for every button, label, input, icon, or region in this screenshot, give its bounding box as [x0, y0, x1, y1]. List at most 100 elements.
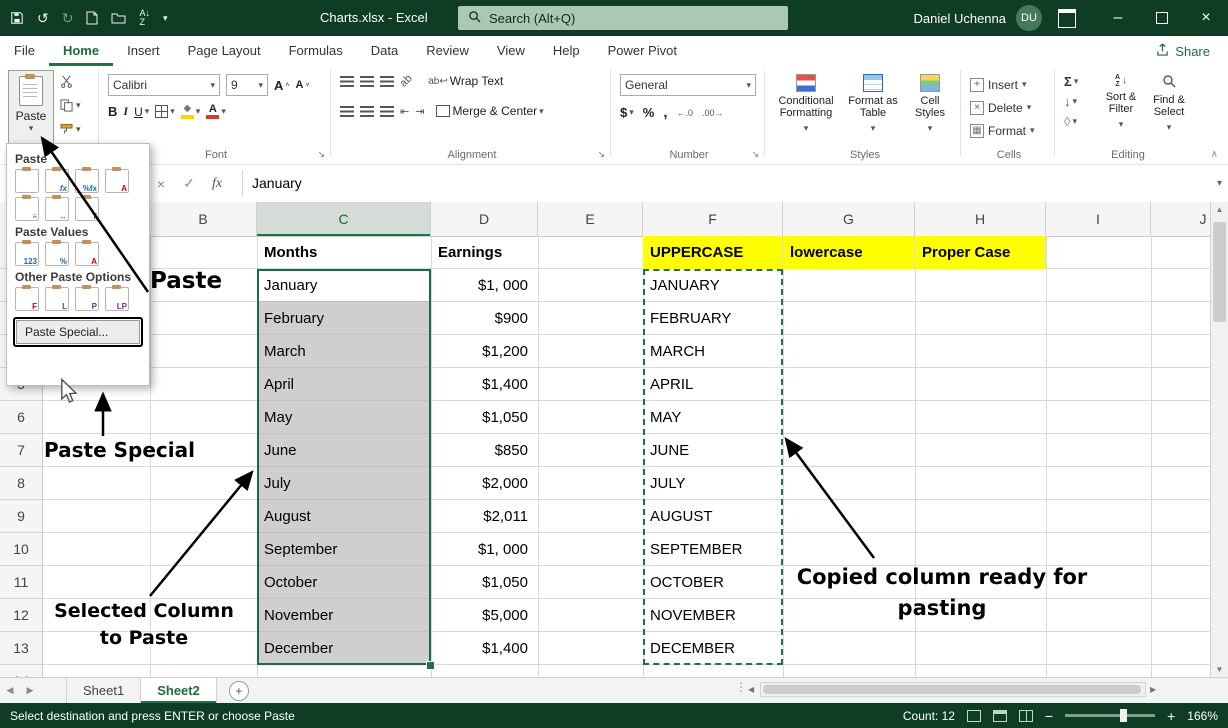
user-name[interactable]: Daniel Uchenna: [913, 11, 1006, 26]
alignment-dialog-launcher-icon[interactable]: ↘: [597, 149, 605, 160]
formula-bar-expand-chevron-icon[interactable]: ▾: [1217, 165, 1222, 202]
cell-propercase-header[interactable]: Proper Case: [915, 236, 1046, 269]
horizontal-scrollbar[interactable]: [760, 682, 1146, 697]
cell-month[interactable]: February: [257, 302, 431, 335]
collapse-ribbon-chevron-icon[interactable]: ∧: [1211, 149, 1218, 160]
cell-earning[interactable]: $1, 000: [431, 269, 538, 302]
cell-month[interactable]: May: [257, 401, 431, 434]
tabbar-splitter[interactable]: ⋮: [735, 680, 747, 694]
cell-upper[interactable]: JANUARY: [643, 269, 783, 302]
column-header-i[interactable]: I: [1046, 202, 1151, 236]
column-header-g[interactable]: G: [783, 202, 915, 236]
row-header[interactable]: 9: [0, 500, 42, 533]
horizontal-scrollbar-thumb[interactable]: [763, 685, 1141, 694]
vscroll-down-icon[interactable]: ▼: [1211, 665, 1228, 674]
paste-special-menu-item[interactable]: Paste Special...: [16, 320, 140, 344]
align-top-button[interactable]: [340, 76, 354, 87]
cell-month[interactable]: September: [257, 533, 431, 566]
cell-upper[interactable]: MAY: [643, 401, 783, 434]
paste-link-icon[interactable]: [45, 287, 69, 311]
cell-earning[interactable]: $5,000: [431, 599, 538, 632]
close-button[interactable]: ×: [1184, 0, 1228, 36]
bold-button[interactable]: B: [108, 104, 117, 119]
tab-help[interactable]: Help: [539, 36, 594, 66]
cell-upper[interactable]: JUNE: [643, 434, 783, 467]
formula-bar-value[interactable]: January: [252, 165, 302, 202]
column-header-j[interactable]: J: [1151, 202, 1210, 236]
cell-upper[interactable]: APRIL: [643, 368, 783, 401]
row-header[interactable]: 6: [0, 401, 42, 434]
row-header[interactable]: 7: [0, 434, 42, 467]
cancel-icon[interactable]: ×: [148, 165, 174, 202]
new-file-icon[interactable]: [86, 11, 98, 25]
tab-scroll-right-icon[interactable]: ▶: [20, 685, 40, 696]
cell-earnings-header[interactable]: Earnings: [431, 236, 538, 269]
paste-button[interactable]: Paste ▾: [8, 70, 54, 144]
vertical-scrollbar[interactable]: ▲ ▼: [1210, 202, 1228, 677]
copy-button[interactable]: ▾: [60, 96, 81, 114]
cell-month[interactable]: January: [257, 269, 431, 302]
italic-button[interactable]: I: [123, 104, 128, 119]
paste-picture-icon[interactable]: [75, 287, 99, 311]
cut-button[interactable]: [60, 72, 81, 90]
delete-cells-button[interactable]: × Delete▾: [970, 97, 1031, 118]
column-header-h[interactable]: H: [915, 202, 1046, 236]
paste-formulas-number-formatting-icon[interactable]: [75, 169, 99, 193]
column-header-e[interactable]: E: [538, 202, 643, 236]
font-dialog-launcher-icon[interactable]: ↘: [317, 149, 325, 160]
paste-values-number-formatting-icon[interactable]: [45, 242, 69, 266]
fill-handle[interactable]: [426, 661, 435, 670]
align-left-button[interactable]: [340, 106, 354, 117]
column-header-c[interactable]: C: [257, 202, 431, 236]
row-header[interactable]: 14: [0, 665, 42, 677]
tab-formulas[interactable]: Formulas: [275, 36, 357, 66]
column-header-b[interactable]: B: [150, 202, 257, 236]
paste-formatting-icon[interactable]: [15, 287, 39, 311]
cell-earning[interactable]: $2,011: [431, 500, 538, 533]
zoom-out-icon[interactable]: −: [1045, 708, 1053, 724]
qat-customize-chevron-icon[interactable]: ▾: [163, 13, 168, 24]
fill-color-button[interactable]: ◆▾: [181, 104, 201, 119]
cell-upper[interactable]: DECEMBER: [643, 632, 783, 665]
autosum-button[interactable]: Σ▾: [1064, 72, 1078, 91]
normal-view-icon[interactable]: [967, 710, 981, 722]
clear-button[interactable]: ◊▾: [1064, 112, 1077, 131]
format-painter-button[interactable]: ▾: [60, 120, 81, 138]
ribbon-display-options-icon[interactable]: [1058, 9, 1076, 28]
percent-style-button[interactable]: %: [643, 105, 655, 120]
cell-upper[interactable]: OCTOBER: [643, 566, 783, 599]
maximize-button[interactable]: [1140, 0, 1184, 36]
cell-month[interactable]: November: [257, 599, 431, 632]
vscroll-up-icon[interactable]: ▲: [1211, 205, 1228, 214]
paste-keep-source-formatting-icon[interactable]: [105, 169, 129, 193]
borders-button[interactable]: ▾: [155, 105, 175, 118]
enter-icon[interactable]: ✓: [176, 165, 202, 202]
orientation-button[interactable]: ab: [398, 72, 415, 89]
conditional-formatting-button[interactable]: Conditional Formatting▾: [774, 70, 838, 134]
row-header[interactable]: 10: [0, 533, 42, 566]
increase-decimal-button[interactable]: ←.0: [677, 108, 694, 118]
accounting-format-button[interactable]: $▾: [620, 105, 634, 120]
align-center-button[interactable]: [360, 106, 374, 117]
undo-icon[interactable]: ↺: [37, 10, 49, 27]
format-as-table-button[interactable]: Format as Table▾: [846, 70, 900, 134]
number-dialog-launcher-icon[interactable]: ↘: [751, 149, 759, 160]
align-middle-button[interactable]: [360, 76, 374, 87]
tab-data[interactable]: Data: [357, 36, 412, 66]
hscroll-right-icon[interactable]: ▶: [1150, 682, 1156, 697]
row-header[interactable]: 13: [0, 632, 42, 665]
underline-button[interactable]: U▾: [134, 105, 149, 119]
hscroll-left-icon[interactable]: ◀: [748, 682, 754, 697]
font-size-select[interactable]: 9▾: [226, 74, 268, 96]
font-name-select[interactable]: Calibri▾: [108, 74, 220, 96]
cell-uppercase-header[interactable]: UPPERCASE: [643, 236, 783, 269]
align-right-button[interactable]: [380, 106, 394, 117]
wrap-text-button[interactable]: ab↩ Wrap Text: [428, 74, 503, 88]
open-folder-icon[interactable]: [111, 12, 126, 24]
paste-dropdown-chevron-icon[interactable]: ▾: [29, 123, 34, 134]
cell-upper[interactable]: SEPTEMBER: [643, 533, 783, 566]
paste-no-borders-icon[interactable]: [15, 197, 39, 221]
cell-earning[interactable]: $1,050: [431, 566, 538, 599]
cell-earning[interactable]: $1, 000: [431, 533, 538, 566]
zoom-in-icon[interactable]: +: [1167, 708, 1175, 724]
